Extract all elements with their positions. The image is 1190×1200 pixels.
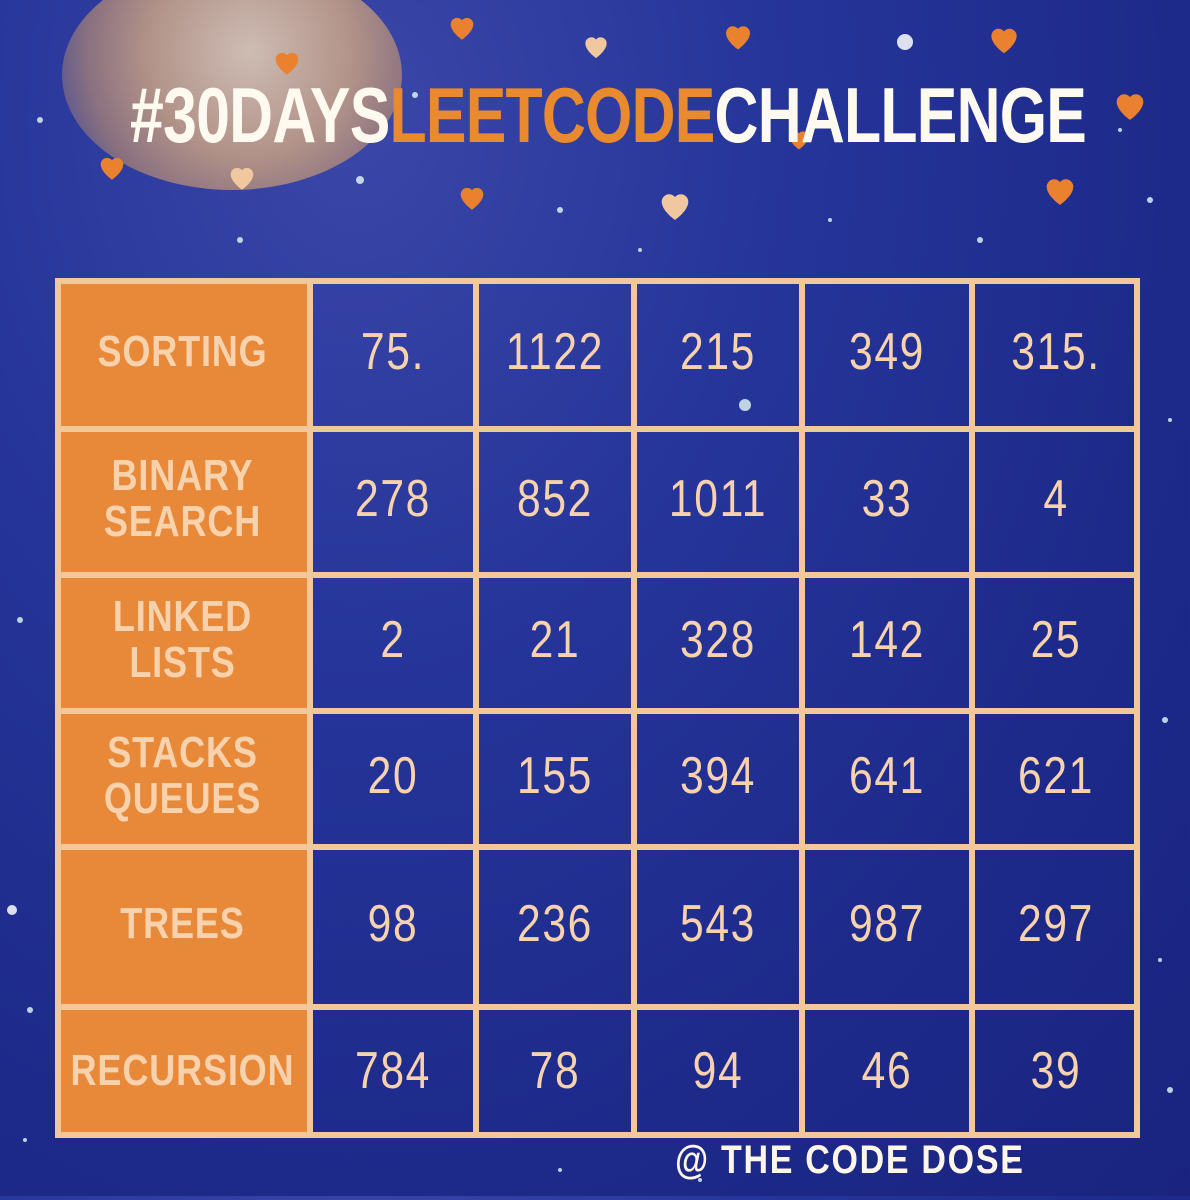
problem-cell: 621 xyxy=(1017,747,1095,805)
problem-cell: 987 xyxy=(848,895,926,953)
heart-icon xyxy=(726,26,750,50)
problem-cell: 297 xyxy=(1017,895,1095,953)
problem-cell: 349 xyxy=(848,323,926,381)
table-cells: SORTING 75. 1122 215 349 315. BINARY SEARCH 278… xyxy=(55,278,1140,1138)
title-challenge: CHALLENGE xyxy=(714,70,1087,159)
title-leetcode: LEETCODE xyxy=(389,70,716,159)
heart-icon xyxy=(230,167,254,190)
problem-cell: 155 xyxy=(516,747,594,805)
problem-cell: 46 xyxy=(861,1042,913,1100)
heart-icon xyxy=(100,157,124,180)
problem-cell: 2 xyxy=(380,611,406,669)
problem-cell: 215 xyxy=(679,323,757,381)
row-topic: BINARY SEARCH xyxy=(103,450,262,546)
problem-table: SORTING 75. 1122 215 349 315. BINARY SEARCH 278… xyxy=(55,278,1140,1138)
credit-text: @ THE CODE DOSE xyxy=(675,1138,1025,1182)
problem-cell: 33 xyxy=(861,470,913,528)
heart-icon xyxy=(1046,179,1074,205)
heart-icon xyxy=(585,37,607,58)
problem-cell: 21 xyxy=(529,611,581,669)
row-topic: LINKED LISTS xyxy=(112,591,253,687)
problem-cell: 394 xyxy=(679,747,757,805)
heart-icon xyxy=(661,194,689,220)
problem-cell: 328 xyxy=(679,611,757,669)
problem-cell: 25 xyxy=(1030,611,1082,669)
heart-icon xyxy=(1116,94,1144,120)
problem-cell: 278 xyxy=(354,470,432,528)
heart-icon xyxy=(450,17,474,40)
row-topic: SORTING xyxy=(97,326,268,376)
heart-icon xyxy=(991,28,1017,54)
problem-cell: 4 xyxy=(1043,470,1069,528)
problem-cell: 641 xyxy=(848,747,926,805)
problem-cell: 1122 xyxy=(505,323,605,381)
problem-cell: 98 xyxy=(367,895,419,953)
problem-cell: 39 xyxy=(1030,1042,1082,1100)
problem-cell: 94 xyxy=(692,1042,744,1100)
problem-cell: 236 xyxy=(516,895,594,953)
problem-cell: 784 xyxy=(354,1042,432,1100)
problem-cell: 1011 xyxy=(668,470,768,528)
row-topic: RECURSION xyxy=(70,1045,295,1095)
row-topic: TREES xyxy=(120,898,245,948)
page-title: #30DAYS LEETCODE CHALLENGE xyxy=(130,70,1087,160)
problem-cell: 20 xyxy=(367,747,419,805)
problem-cell: 142 xyxy=(848,611,926,669)
problem-cell: 75. xyxy=(360,323,426,381)
title-hashtag: #30DAYS xyxy=(130,70,390,159)
problem-cell: 543 xyxy=(679,895,757,953)
row-topic: STACKS QUEUES xyxy=(103,727,262,823)
problem-cell: 78 xyxy=(529,1042,581,1100)
problem-cell: 852 xyxy=(516,470,594,528)
problem-cell: 315. xyxy=(1011,323,1101,381)
heart-icon xyxy=(460,187,484,210)
